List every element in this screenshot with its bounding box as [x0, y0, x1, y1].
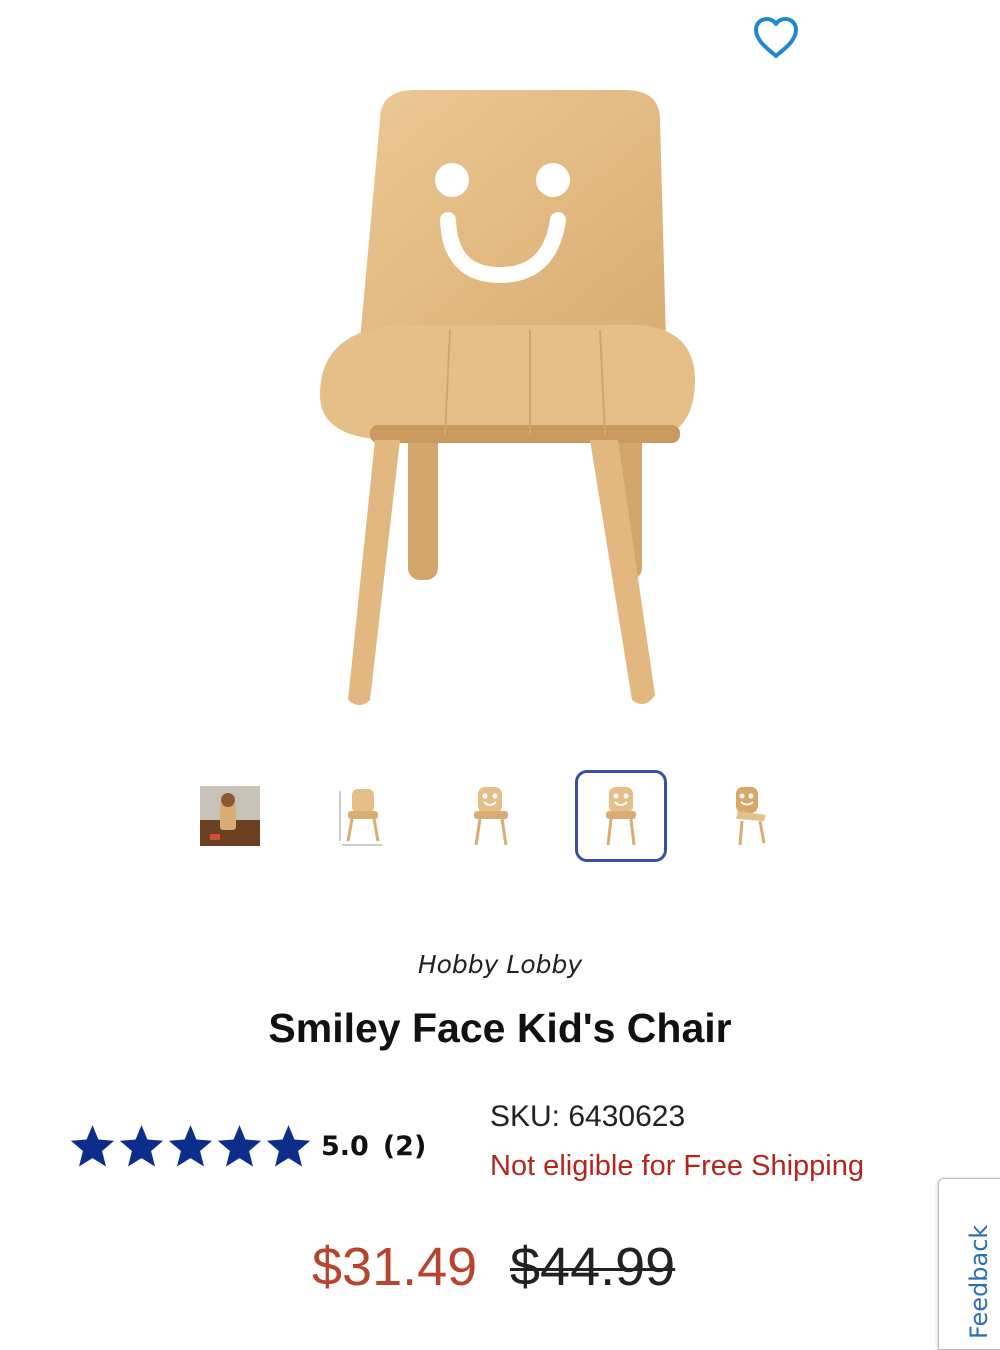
feedback-tab[interactable]: Feedback: [938, 1178, 1000, 1350]
thumbnail-3[interactable]: [444, 770, 536, 862]
thumbnail-5[interactable]: [704, 770, 796, 862]
thumbnail-room-image: [200, 786, 260, 846]
star-icon: [168, 1124, 213, 1167]
thumbnail-4[interactable]: [575, 770, 667, 862]
thumbnail-side-image: [736, 787, 766, 846]
original-price: $44.99: [510, 1237, 676, 1297]
thumbnail-front-image: [606, 787, 636, 846]
product-image[interactable]: [300, 80, 820, 720]
rating-score: 5.0: [321, 1130, 369, 1162]
rating-text: 5.0 (2): [321, 1131, 426, 1162]
sku-label: SKU: 6430623: [490, 1100, 686, 1133]
rating-count: (2): [382, 1130, 427, 1162]
shipping-eligibility: Not eligible for Free Shipping: [490, 1150, 864, 1182]
thumbnail-dimensions-image: [339, 789, 382, 846]
brand-name: Hobby Lobby: [417, 950, 583, 979]
favorite-button[interactable]: [748, 12, 804, 64]
star-icon: [217, 1124, 262, 1167]
product-title: Smiley Face Kid's Chair: [268, 1005, 732, 1051]
thumbnail-1[interactable]: [184, 770, 276, 862]
heart-outline-icon: [754, 17, 798, 58]
star-icon: [70, 1124, 115, 1167]
rating-summary[interactable]: 5.0 (2): [68, 1118, 426, 1174]
star-icon: [266, 1124, 311, 1167]
thumbnail-angle-image: [474, 787, 508, 846]
thumbnail-2[interactable]: [316, 770, 408, 862]
feedback-label: Feedback: [965, 1224, 993, 1339]
star-icon: [119, 1124, 164, 1167]
sale-price: $31.49: [312, 1237, 478, 1297]
rating-stars: [68, 1122, 313, 1171]
chair-illustration: [320, 90, 695, 705]
thumbnail-strip: [0, 770, 1000, 865]
